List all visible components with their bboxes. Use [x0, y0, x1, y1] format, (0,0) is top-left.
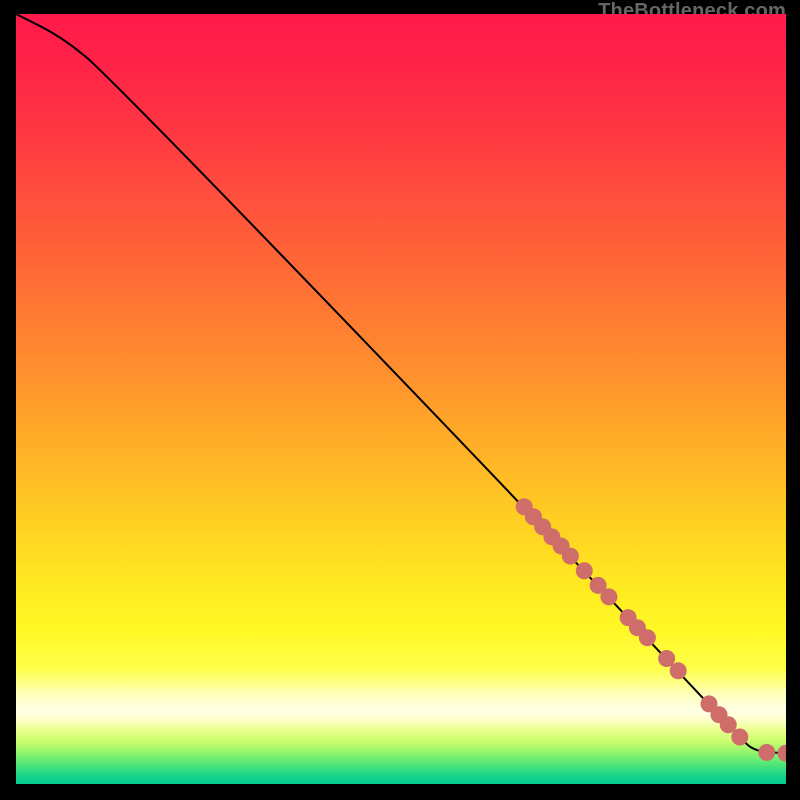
data-marker: [600, 588, 617, 605]
chart-plot: [16, 14, 786, 784]
chart-stage: TheBottleneck.com: [0, 0, 800, 800]
data-marker: [731, 729, 748, 746]
data-marker: [758, 744, 775, 761]
data-marker: [670, 662, 687, 679]
data-marker: [576, 562, 593, 579]
chart-svg: [16, 14, 786, 784]
data-marker: [562, 548, 579, 565]
data-marker: [639, 629, 656, 646]
